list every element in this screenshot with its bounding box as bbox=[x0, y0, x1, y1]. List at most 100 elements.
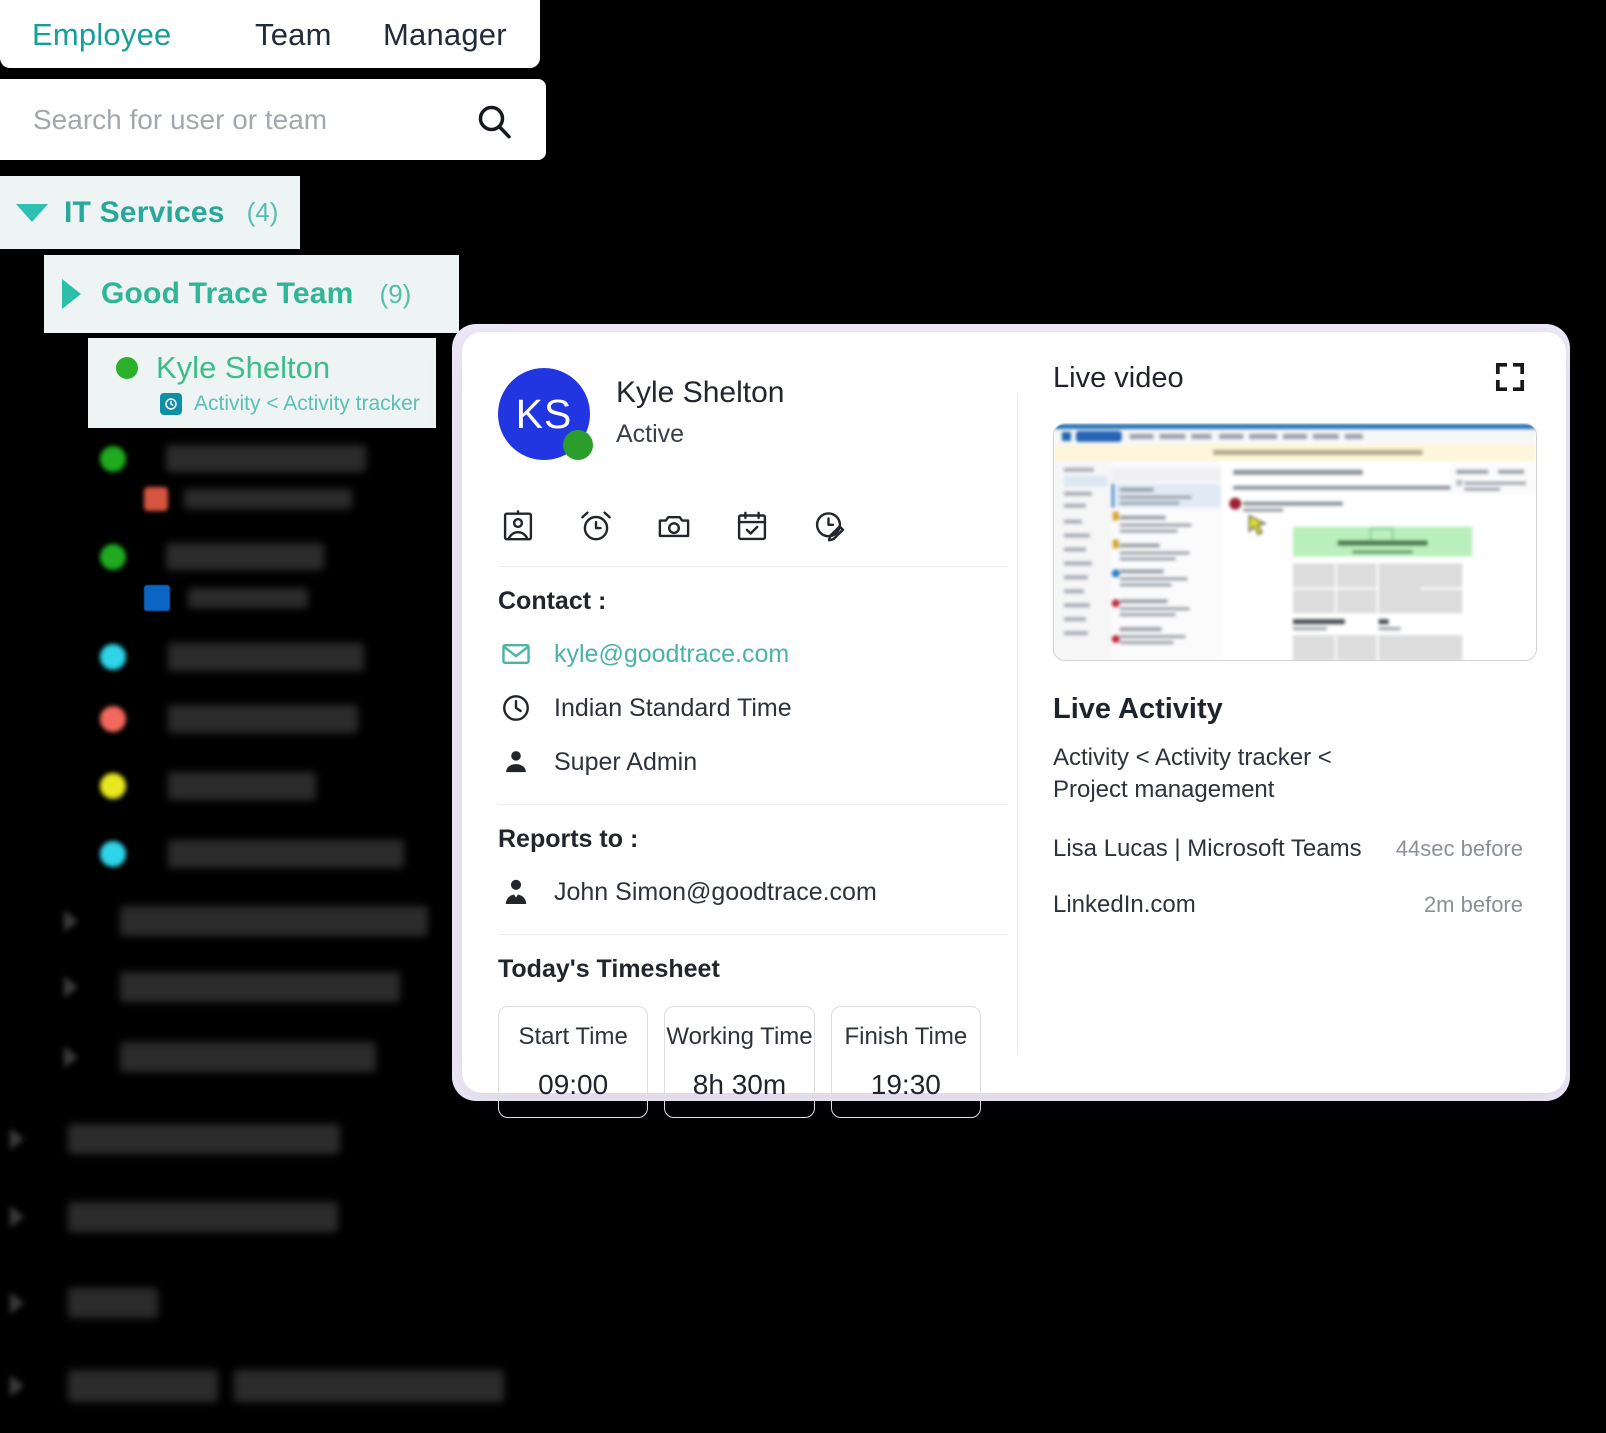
list-item[interactable] bbox=[100, 840, 404, 868]
chevron-right-icon[interactable] bbox=[10, 1375, 24, 1397]
tree-node[interactable] bbox=[64, 906, 428, 936]
reports-to-value: John Simon@goodtrace.com bbox=[554, 877, 877, 906]
profile-details-panel: KS Kyle Shelton Active Contact: kyle@go… bbox=[462, 332, 1017, 1118]
list-item-sublabel bbox=[184, 489, 352, 509]
search-icon[interactable] bbox=[474, 101, 514, 146]
chevron-right-icon[interactable] bbox=[64, 1046, 78, 1068]
tree-node[interactable] bbox=[10, 1202, 338, 1232]
list-item-label bbox=[168, 772, 316, 800]
tree-node-count: (9) bbox=[379, 278, 412, 309]
calendar-check-icon[interactable] bbox=[734, 508, 770, 544]
timesheet-card-working: Working Time 8h 30m bbox=[664, 1006, 815, 1118]
contact-timezone-row: Indian Standard Time bbox=[500, 692, 981, 724]
tree-node-count: (4) bbox=[246, 197, 279, 227]
video-frame bbox=[1054, 424, 1536, 660]
tab-employee[interactable]: Employee bbox=[32, 17, 171, 53]
timesheet-label: Finish Time bbox=[844, 1023, 968, 1050]
presence-dot-icon bbox=[100, 706, 126, 732]
activity-name: LinkedIn.com bbox=[1053, 890, 1196, 918]
page-title: Kyle Shelton bbox=[616, 376, 785, 409]
panel-divider bbox=[1017, 394, 1018, 1054]
tree-node-label bbox=[68, 1370, 218, 1402]
list-item-sub bbox=[144, 487, 352, 511]
envelope-icon bbox=[502, 644, 530, 664]
profile-action-icons bbox=[486, 508, 981, 544]
tree-node-label bbox=[68, 1288, 158, 1318]
avatar-initials: KS bbox=[515, 390, 573, 437]
tree-user-name: Kyle Shelton bbox=[156, 350, 331, 385]
tree-node-label bbox=[68, 1124, 340, 1154]
list-item-label bbox=[168, 840, 404, 868]
list-item[interactable]: Lisa Lucas | Microsoft Teams 44sec befor… bbox=[1053, 835, 1523, 863]
contact-email-row[interactable]: kyle@goodtrace.com bbox=[500, 638, 981, 670]
timesheet-card-start: Start Time 09:00 bbox=[498, 1006, 649, 1118]
chevron-right-icon[interactable] bbox=[64, 976, 78, 998]
tab-team[interactable]: Team bbox=[255, 17, 332, 53]
tree-node-good-trace-team[interactable]: Good Trace Team (9) bbox=[44, 255, 459, 333]
list-item[interactable] bbox=[100, 445, 366, 472]
chevron-right-icon[interactable] bbox=[10, 1128, 24, 1150]
list-item-sub bbox=[144, 585, 308, 611]
live-activity-title: Live Activity bbox=[1053, 693, 1223, 725]
camera-icon[interactable] bbox=[656, 508, 692, 544]
tree-node-label-2 bbox=[234, 1370, 504, 1402]
presence-dot-icon bbox=[100, 644, 126, 670]
presence-dot-icon bbox=[100, 445, 126, 472]
list-item-sublabel bbox=[188, 588, 308, 608]
contact-role: Super Admin bbox=[554, 747, 698, 776]
divider bbox=[498, 934, 1008, 935]
timesheet-value: 09:00 bbox=[538, 1069, 609, 1100]
chevron-right-icon[interactable] bbox=[10, 1206, 24, 1228]
timesheet-value: 8h 30m bbox=[692, 1069, 787, 1100]
list-item[interactable] bbox=[100, 643, 364, 671]
list-item[interactable] bbox=[100, 543, 324, 570]
list-item[interactable] bbox=[100, 772, 316, 800]
profile-identity: Kyle Shelton Active bbox=[616, 368, 784, 449]
tree-node-label bbox=[120, 906, 428, 936]
contact-timezone: Indian Standard Time bbox=[554, 693, 792, 722]
tree-user-activity-label: Activity < Activity tracker bbox=[194, 392, 420, 415]
alarm-clock-icon[interactable] bbox=[578, 508, 614, 544]
tree-node-it-services[interactable]: IT Services (4) bbox=[0, 176, 300, 249]
chevron-right-icon[interactable] bbox=[10, 1292, 24, 1314]
search-input[interactable] bbox=[33, 103, 453, 136]
contact-email[interactable]: kyle@goodtrace.com bbox=[554, 640, 789, 669]
live-panel: Live video Live Activity Activity < Acti… bbox=[1017, 332, 1567, 1093]
reports-to-row: John Simon@goodtrace.com bbox=[500, 876, 981, 908]
tree-node[interactable] bbox=[10, 1124, 340, 1154]
activity-time: 2m before bbox=[1423, 891, 1523, 917]
timesheet-label: Working Time bbox=[666, 1023, 813, 1050]
clock-edit-icon[interactable] bbox=[812, 508, 848, 544]
live-video-thumbnail[interactable] bbox=[1053, 423, 1537, 661]
list-item-label bbox=[168, 705, 358, 733]
tree-node-kyle-shelton[interactable]: Kyle Shelton Activity < Activity tracker bbox=[88, 338, 436, 428]
profile-header: KS Kyle Shelton Active bbox=[486, 368, 981, 460]
list-item-label bbox=[166, 543, 324, 570]
chevron-right-icon[interactable] bbox=[62, 279, 81, 309]
tree-node[interactable] bbox=[64, 972, 400, 1002]
tab-manager[interactable]: Manager bbox=[383, 17, 507, 53]
fullscreen-icon[interactable] bbox=[1493, 360, 1527, 399]
id-badge-icon[interactable] bbox=[500, 508, 536, 544]
chevron-down-icon[interactable] bbox=[16, 203, 48, 222]
presence-badge-icon bbox=[563, 430, 593, 460]
presence-dot-icon bbox=[100, 773, 126, 799]
timesheet-cards: Start Time 09:00 Working Time 8h 30m Fin… bbox=[498, 1006, 981, 1118]
list-item[interactable]: LinkedIn.com 2m before bbox=[1053, 891, 1523, 919]
timesheet-value: 19:30 bbox=[870, 1069, 941, 1100]
manager-icon bbox=[505, 879, 527, 904]
tree-node[interactable] bbox=[64, 1042, 376, 1072]
tree-node-label bbox=[120, 972, 400, 1002]
profile-card: KS Kyle Shelton Active Contact: kyle@go… bbox=[462, 332, 1567, 1118]
timesheet-heading: Today's Timesheet bbox=[498, 955, 720, 983]
tree-node[interactable] bbox=[10, 1370, 504, 1402]
tree-node[interactable] bbox=[10, 1288, 158, 1318]
presence-dot-icon bbox=[100, 543, 126, 570]
tree-node-label: Good Trace Team bbox=[101, 277, 354, 310]
tree-node-label bbox=[120, 1042, 376, 1072]
status-badge: Active bbox=[616, 420, 685, 448]
chevron-right-icon[interactable] bbox=[64, 910, 78, 932]
timesheet-label: Start Time bbox=[518, 1023, 628, 1050]
list-item[interactable] bbox=[100, 705, 358, 733]
divider bbox=[498, 804, 1008, 805]
